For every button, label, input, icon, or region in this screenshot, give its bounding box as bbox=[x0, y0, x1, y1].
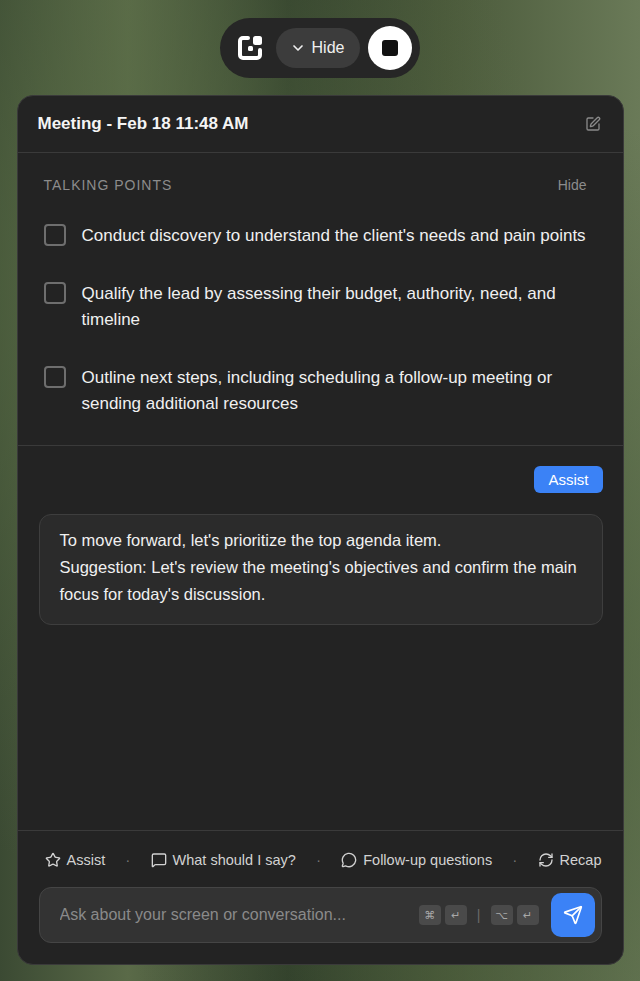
hide-talking-points[interactable]: Hide bbox=[558, 177, 597, 193]
talking-point-text: Qualify the lead by assessing their budg… bbox=[82, 281, 597, 333]
send-icon bbox=[563, 905, 583, 925]
message-line: Suggestion: Let's review the meeting's o… bbox=[60, 554, 582, 608]
shortcut-hints: ⌘↵|⌥↵ bbox=[419, 905, 539, 925]
separator: · bbox=[513, 852, 518, 868]
checkbox[interactable] bbox=[44, 282, 66, 304]
quick-action-button[interactable]: Recap bbox=[538, 852, 602, 868]
send-button[interactable] bbox=[551, 893, 595, 937]
talking-point: Conduct discovery to understand the clie… bbox=[44, 223, 597, 249]
chevron-down-icon bbox=[290, 40, 306, 56]
talking-point-text: Conduct discovery to understand the clie… bbox=[82, 223, 586, 249]
talking-point: Outline next steps, including scheduling… bbox=[44, 365, 597, 417]
quick-action-button[interactable]: What should I say? bbox=[151, 852, 296, 868]
panel-footer: Assist · What should I say? · Follow-up ques… bbox=[18, 830, 623, 964]
meeting-panel: Meeting - Feb 18 11:48 AM TALKING POINTS H… bbox=[17, 95, 624, 965]
talking-points-list: Conduct discovery to understand the clie… bbox=[44, 223, 597, 417]
message-line: To move forward, let's prioritize the to… bbox=[60, 527, 582, 554]
talking-points-header: TALKING POINTS Hide bbox=[44, 177, 597, 193]
edit-button[interactable] bbox=[583, 114, 603, 134]
panel-header: Meeting - Feb 18 11:48 AM bbox=[18, 96, 623, 153]
key-cap: ⌥ bbox=[491, 905, 513, 925]
logo-icon bbox=[236, 33, 266, 63]
key-cap: ↵ bbox=[445, 905, 467, 925]
refresh-icon bbox=[538, 852, 554, 868]
talking-point: Qualify the lead by assessing their budg… bbox=[44, 281, 597, 333]
talking-points: TALKING POINTS Hide Conduct discovery to u… bbox=[18, 153, 623, 446]
quick-actions: Assist · What should I say? · Follow-up ques… bbox=[39, 847, 602, 873]
chat-input-bar: ⌘↵|⌥↵ bbox=[39, 887, 602, 943]
section-label: TALKING POINTS bbox=[44, 177, 173, 193]
quick-action-button[interactable]: Assist bbox=[45, 852, 106, 868]
stop-button[interactable] bbox=[368, 26, 412, 70]
key-cap: ⌘ bbox=[419, 905, 441, 925]
app-logo[interactable] bbox=[234, 31, 268, 65]
checkbox[interactable] bbox=[44, 224, 66, 246]
user-message: Assist bbox=[534, 466, 602, 493]
message-circle-icon bbox=[341, 852, 357, 868]
chat-area: Assist To move forward, let's prioritize … bbox=[18, 446, 623, 830]
assistant-message: To move forward, let's prioritize the to… bbox=[39, 514, 603, 625]
desktop-background: Hide Meeting - Feb 18 11:48 AM TALKING POI… bbox=[0, 0, 640, 981]
talking-point-text: Outline next steps, including scheduling… bbox=[82, 365, 597, 417]
chat-input[interactable] bbox=[58, 905, 411, 925]
meeting-title: Meeting - Feb 18 11:48 AM bbox=[38, 114, 249, 134]
separator: · bbox=[316, 852, 321, 868]
floating-toolbar: Hide bbox=[220, 18, 421, 78]
stop-icon bbox=[382, 40, 398, 56]
shortcut-divider: | bbox=[477, 907, 481, 923]
checkbox[interactable] bbox=[44, 366, 66, 388]
message-square-icon bbox=[151, 852, 167, 868]
key-cap: ↵ bbox=[517, 905, 539, 925]
quick-action-button[interactable]: Follow-up questions bbox=[341, 852, 492, 868]
hide-button[interactable]: Hide bbox=[276, 28, 361, 68]
edit-icon bbox=[585, 116, 601, 132]
separator: · bbox=[126, 852, 131, 868]
star-icon bbox=[45, 852, 61, 868]
